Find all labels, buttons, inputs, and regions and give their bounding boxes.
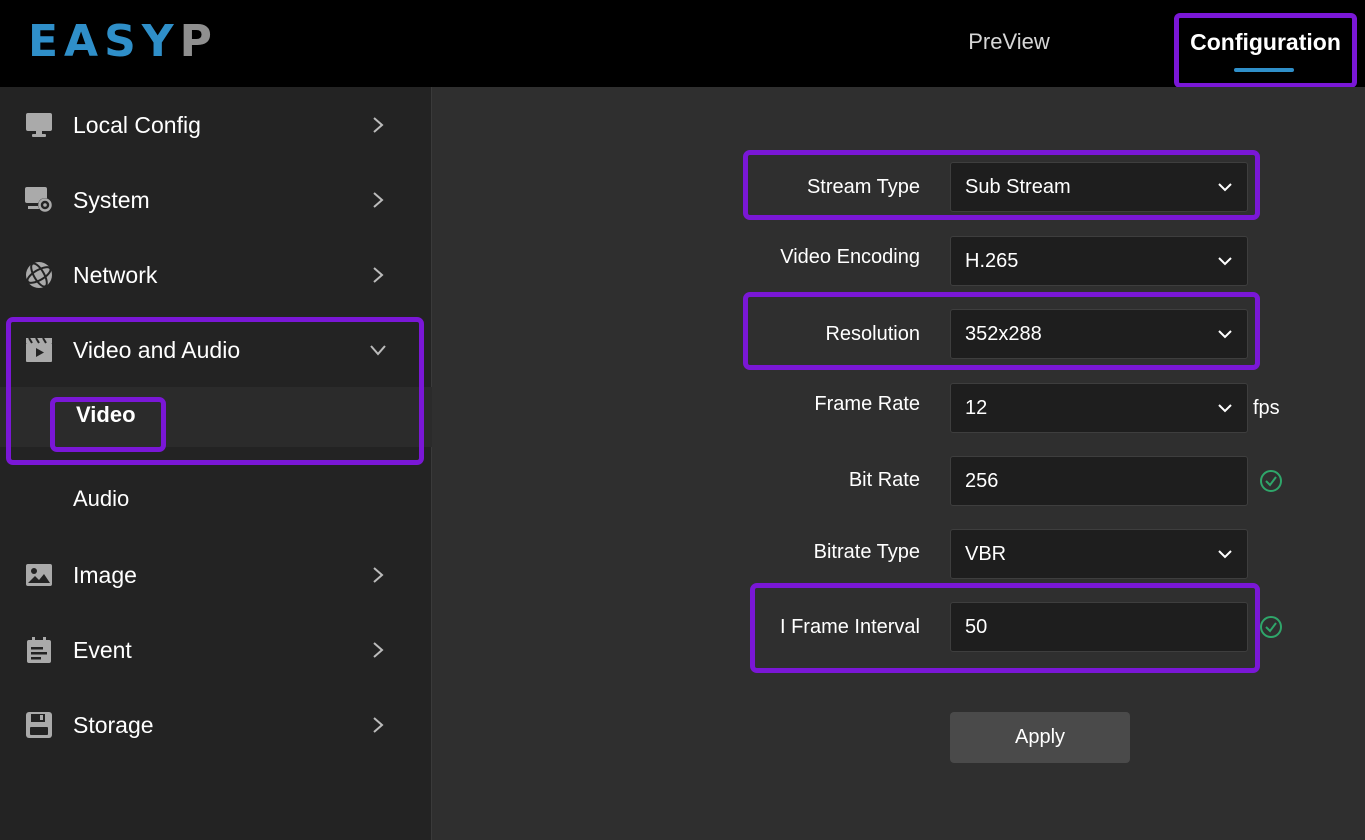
- bitrate-type-label: Bitrate Type: [813, 541, 920, 563]
- bitrate-type-row: Bitrate Type VBR: [433, 529, 1365, 579]
- stream-type-row: Stream Type Sub Stream: [433, 162, 1365, 212]
- resolution-select[interactable]: 352x288: [950, 309, 1248, 359]
- video-encoding-select[interactable]: H.265: [950, 236, 1248, 286]
- sidebar-subitem-label: Audio: [73, 486, 130, 511]
- video-encoding-label: Video Encoding: [780, 246, 920, 268]
- active-tab-indicator: [1234, 68, 1294, 72]
- sidebar-item-label: Video and Audio: [73, 336, 241, 363]
- chevron-down-icon: [1218, 257, 1232, 266]
- frame-rate-value: 12: [965, 397, 988, 419]
- bitrate-type-value: VBR: [965, 543, 1007, 565]
- image-icon: [24, 560, 54, 590]
- chevron-down-icon: [1218, 330, 1232, 339]
- resolution-label: Resolution: [825, 323, 920, 345]
- top-bar: EASY P PreView Configuration: [0, 0, 1365, 88]
- bit-rate-row: Bit Rate 256: [433, 456, 1365, 506]
- monitor-icon: [24, 110, 54, 140]
- logo-text-primary: EASY: [28, 16, 180, 67]
- floppy-disk-icon: [24, 710, 54, 740]
- i-frame-interval-row: I Frame Interval 50: [433, 602, 1365, 652]
- tab-configuration[interactable]: Configuration: [1174, 13, 1357, 88]
- sidebar-item-storage[interactable]: Storage: [0, 695, 432, 755]
- frame-rate-row: Frame Rate 12 fps: [433, 383, 1365, 433]
- sidebar-subitem-video[interactable]: Video: [0, 387, 432, 447]
- sidebar-item-video-and-audio[interactable]: Video and Audio: [0, 320, 432, 380]
- apply-button[interactable]: Apply: [950, 712, 1130, 763]
- stream-type-label: Stream Type: [806, 176, 920, 198]
- sidebar-subitem-label: Video: [76, 402, 136, 427]
- resolution-row: Resolution 352x288: [433, 309, 1365, 359]
- sidebar-item-label: Event: [73, 636, 132, 663]
- chevron-right-icon: [368, 640, 388, 660]
- bit-rate-label: Bit Rate: [848, 469, 920, 491]
- frame-rate-label: Frame Rate: [814, 393, 920, 415]
- bitrate-type-select[interactable]: VBR: [950, 529, 1248, 579]
- sidebar-item-label: Network: [73, 261, 158, 288]
- sidebar-item-label: Storage: [73, 711, 154, 738]
- sidebar-item-label: Image: [73, 561, 137, 588]
- chevron-right-icon: [368, 265, 388, 285]
- sidebar: Local Config System Network Video and Au…: [0, 87, 432, 840]
- sidebar-subitem-audio[interactable]: Audio: [0, 470, 432, 530]
- sidebar-item-label: Local Config: [73, 111, 201, 138]
- i-frame-interval-label: I Frame Interval: [779, 616, 920, 638]
- chevron-down-icon: [1218, 183, 1232, 192]
- frame-rate-unit: fps: [1253, 397, 1280, 419]
- chevron-down-icon: [1218, 404, 1232, 413]
- stream-type-value: Sub Stream: [965, 176, 1071, 198]
- resolution-value: 352x288: [965, 323, 1042, 345]
- i-frame-interval-value: 50: [965, 616, 988, 638]
- globe-icon: [24, 260, 54, 290]
- tab-preview[interactable]: PreView: [944, 24, 1074, 60]
- sidebar-item-network[interactable]: Network: [0, 245, 432, 305]
- chevron-right-icon: [368, 190, 388, 210]
- sidebar-item-local-config[interactable]: Local Config: [0, 95, 432, 155]
- logo-text-secondary: P: [179, 16, 218, 67]
- chevron-right-icon: [368, 115, 388, 135]
- logo: EASY P: [28, 14, 218, 70]
- video-clapper-icon: [24, 335, 54, 365]
- stream-type-select[interactable]: Sub Stream: [950, 162, 1248, 212]
- chevron-down-icon: [1218, 550, 1232, 559]
- bit-rate-input[interactable]: 256: [950, 456, 1248, 506]
- check-circle-icon: [1260, 470, 1282, 492]
- sidebar-item-label: System: [73, 186, 150, 213]
- video-encoding-row: Video Encoding H.265: [433, 236, 1365, 286]
- sidebar-item-system[interactable]: System: [0, 170, 432, 230]
- chevron-right-icon: [368, 715, 388, 735]
- frame-rate-select[interactable]: 12: [950, 383, 1248, 433]
- system-settings-icon: [24, 185, 54, 215]
- bit-rate-value: 256: [965, 470, 999, 492]
- sidebar-item-image[interactable]: Image: [0, 545, 432, 605]
- chevron-down-icon: [368, 340, 388, 360]
- main-content: Stream Type Sub Stream Video Encoding H.…: [433, 87, 1365, 840]
- chevron-right-icon: [368, 565, 388, 585]
- clipboard-icon: [24, 635, 54, 665]
- check-circle-icon: [1260, 616, 1282, 638]
- i-frame-interval-input[interactable]: 50: [950, 602, 1248, 652]
- sidebar-item-event[interactable]: Event: [0, 620, 432, 680]
- tab-configuration-label: Configuration: [1190, 29, 1341, 55]
- video-encoding-value: H.265: [965, 250, 1019, 272]
